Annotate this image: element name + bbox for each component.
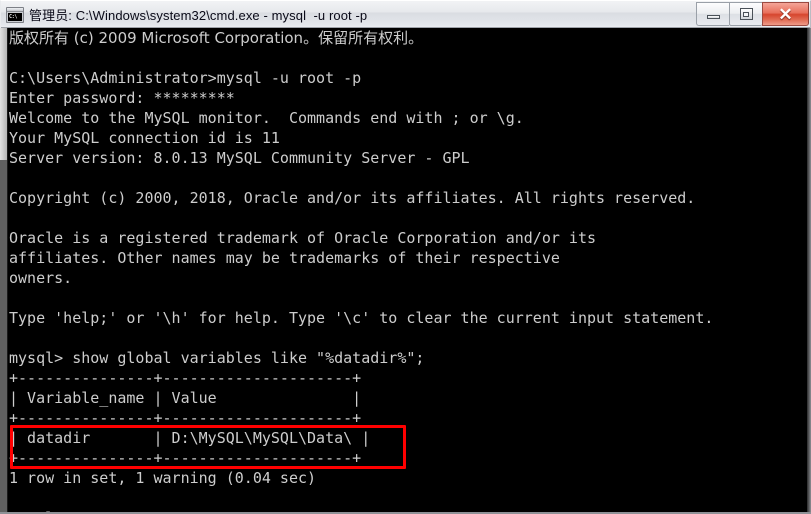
cmd-console-icon: C:\ [6,6,24,23]
window-controls: ✕ [696,2,809,26]
console-text-buffer: 版权所有 (c) 2009 Microsoft Corporation。保留所有… [9,28,807,514]
console-scrollbar[interactable] [0,28,8,514]
restore-button[interactable] [729,2,762,26]
window-title-text: 管理员: C:\Windows\system32\cmd.exe - mysql… [29,8,368,23]
console-line: +---------------+---------------------+ [9,409,362,427]
restore-icon [739,8,753,20]
console-line: | Variable_name | Value | [9,389,362,407]
console-line: owners. [9,269,73,287]
console-line: Enter password: ********* [9,89,235,107]
console-line: C:\Users\Administrator>mysql -u root -p [9,69,362,87]
console-line: Welcome to the MySQL monitor. Commands e… [9,109,524,127]
console-line: +---------------+---------------------+ [9,449,362,467]
window-titlebar[interactable]: C:\ 管理员: C:\Windows\system32\cmd.exe - m… [0,0,811,28]
scrollbar-thumb[interactable] [0,28,7,160]
console-line: +---------------+---------------------+ [9,369,362,387]
icon-screen-text: C:\ [8,12,22,21]
console-line: Server version: 8.0.13 MySQL Community S… [9,149,470,167]
console-line: 1 row in set, 1 warning (0.04 sec) [9,469,317,487]
console-line: Type 'help;' or '\h' for help. Type '\c'… [9,309,714,327]
console-output-area[interactable]: 版权所有 (c) 2009 Microsoft Corporation。保留所有… [0,28,811,514]
close-icon: ✕ [778,4,793,24]
minimize-button[interactable] [696,2,729,26]
console-line: Copyright (c) 2000, 2018, Oracle and/or … [9,189,696,207]
console-line: 版权所有 (c) 2009 Microsoft Corporation。保留所有… [9,29,424,47]
console-line: affiliates. Other names may be trademark… [9,249,560,267]
console-line: Your MySQL connection id is 11 [9,129,280,147]
close-button[interactable]: ✕ [762,2,809,26]
icon-titlebar-strip [7,7,23,12]
console-line: | datadir | D:\MySQL\MySQL\Data\ | [9,429,371,447]
cmd-window: C:\ 管理员: C:\Windows\system32\cmd.exe - m… [0,0,811,514]
console-line: Oracle is a registered trademark of Orac… [9,229,596,247]
window-right-border [807,28,811,514]
console-line: mysql> show global variables like "%data… [9,349,425,367]
minimize-icon [706,14,720,19]
